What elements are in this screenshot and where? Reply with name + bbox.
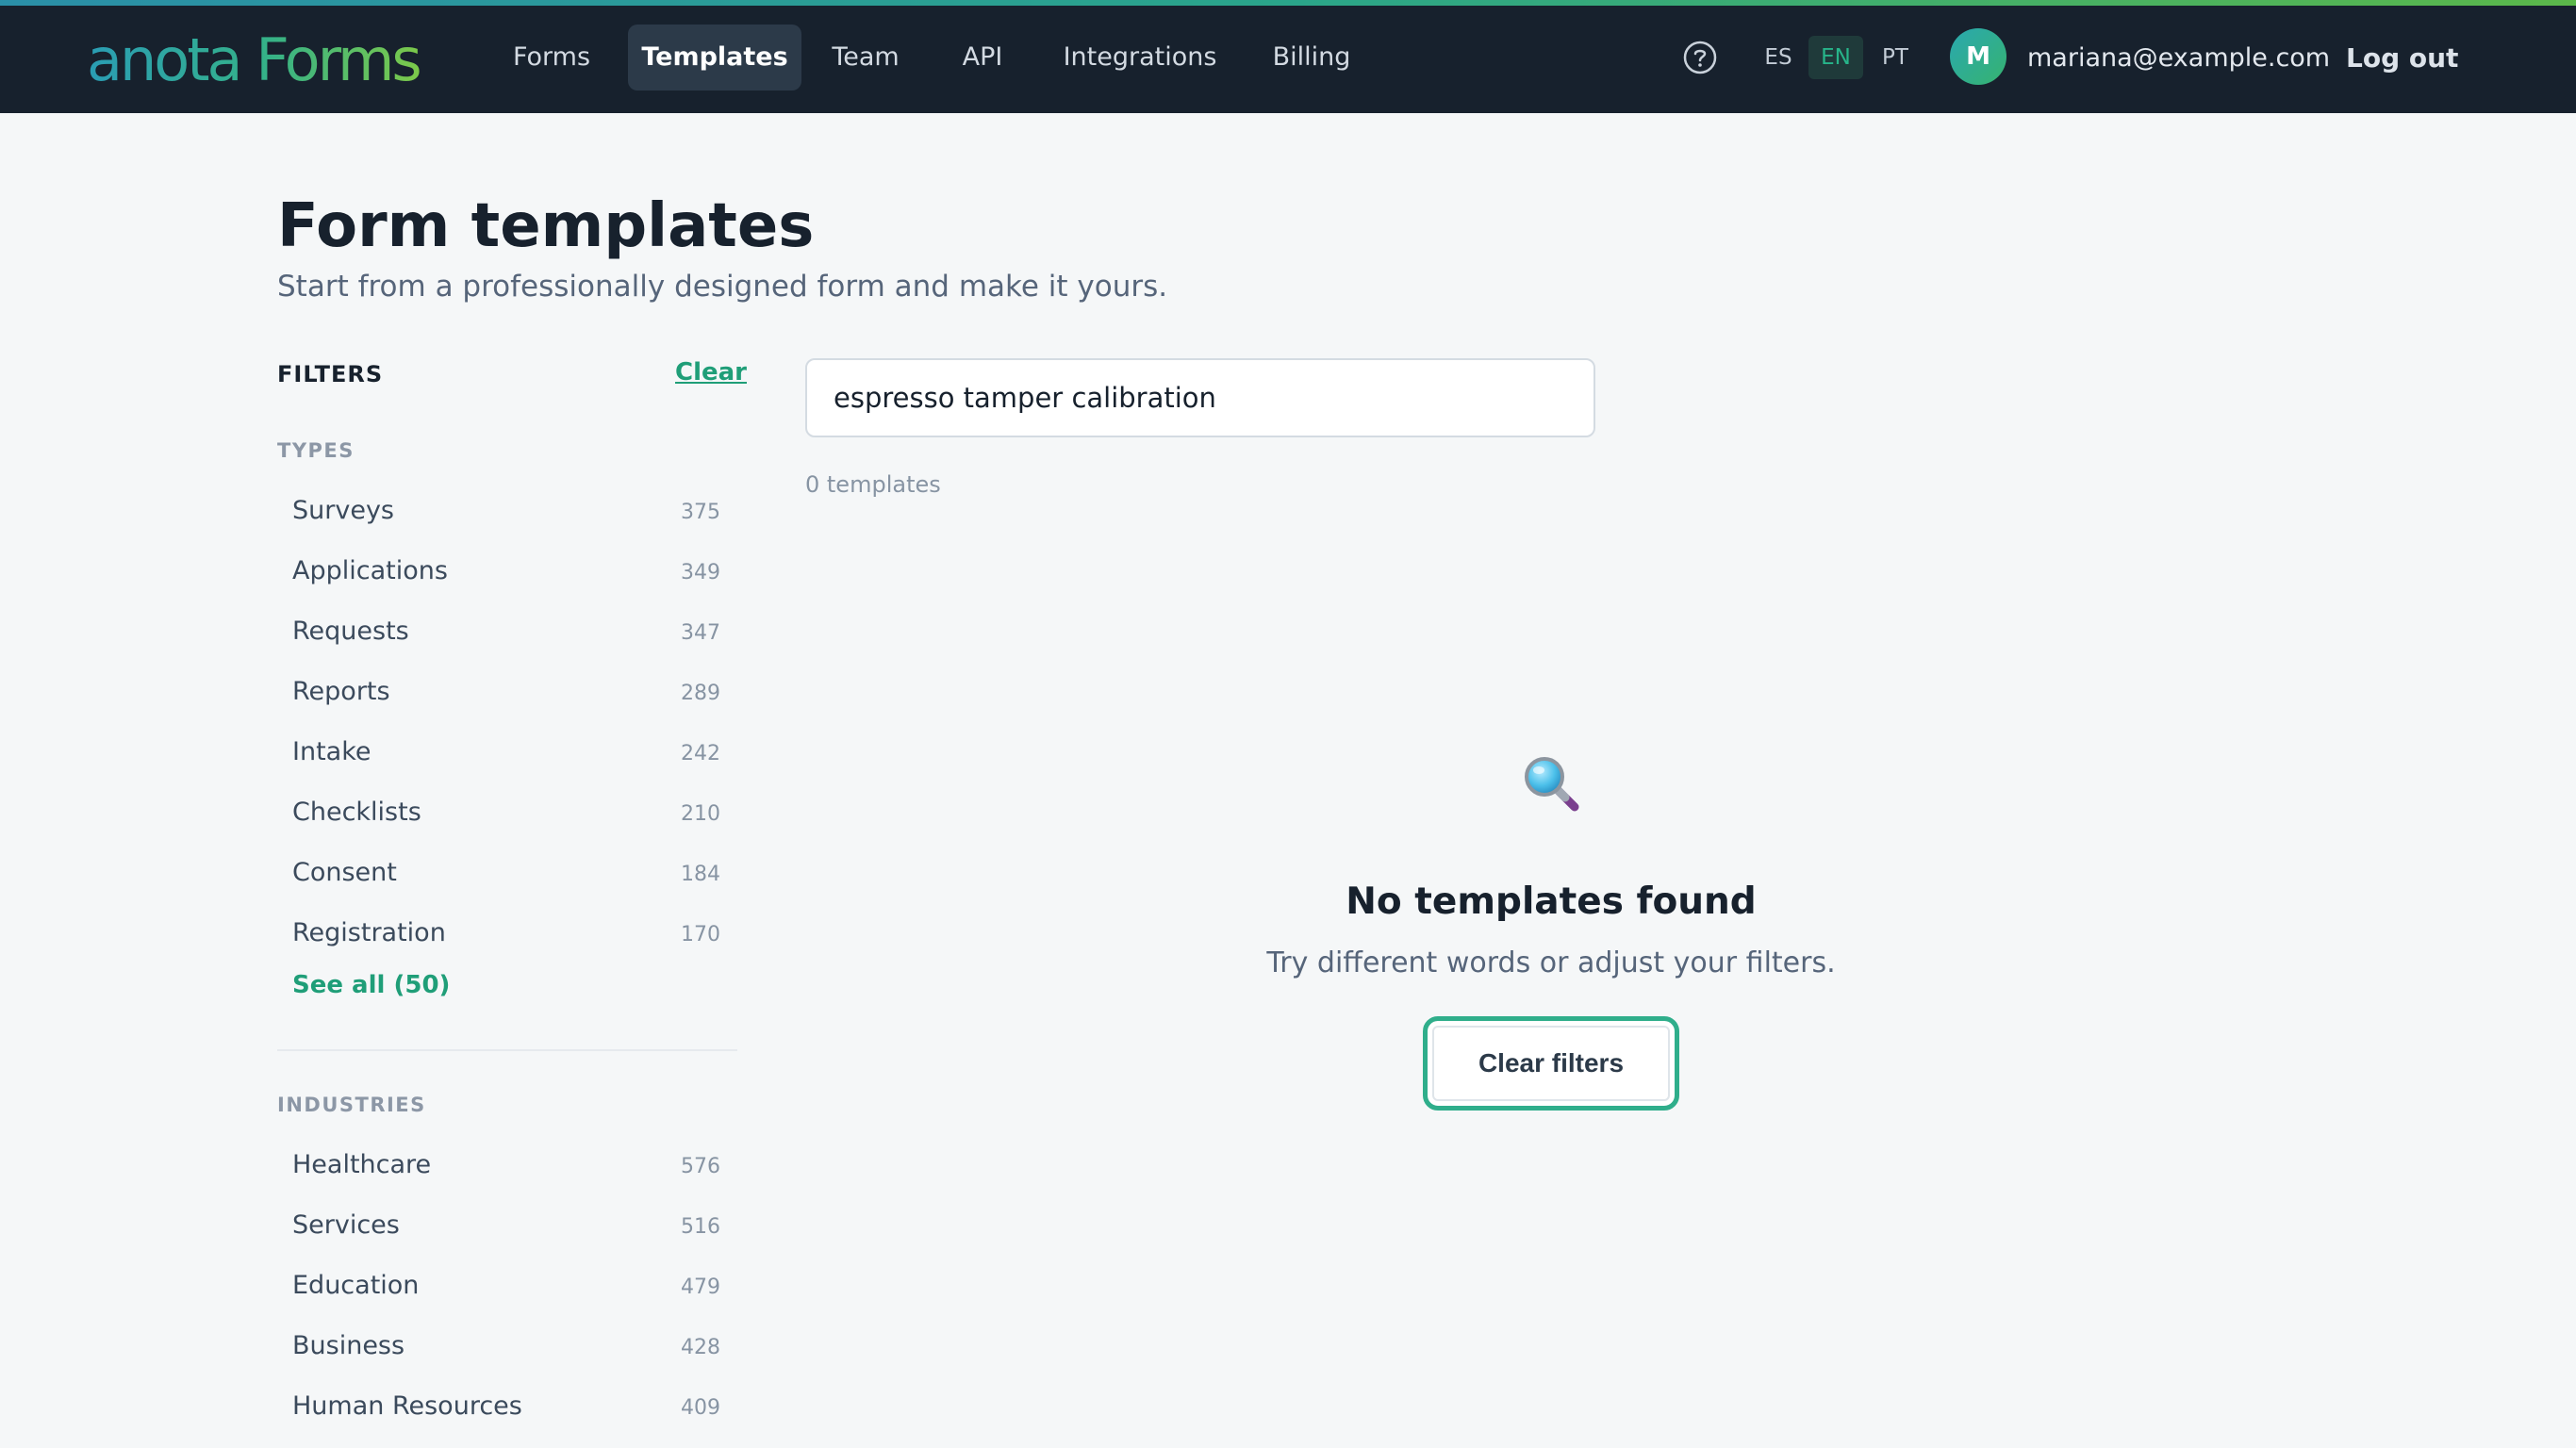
filter-type-requests[interactable]: Requests 347 xyxy=(277,607,737,660)
filter-type-checklists[interactable]: Checklists 210 xyxy=(277,788,737,841)
empty-state-text: Try different words or adjust your filte… xyxy=(1266,946,1836,979)
filter-count: 428 xyxy=(681,1336,720,1359)
clear-filters-button[interactable]: Clear filters xyxy=(1423,1016,1679,1111)
language-en[interactable]: EN xyxy=(1808,36,1863,79)
nav-item-forms[interactable]: Forms xyxy=(490,25,613,90)
page-subtitle: Start from a professionally designed for… xyxy=(277,270,1168,304)
filter-count: 479 xyxy=(681,1275,720,1299)
result-count: 0 templates xyxy=(805,471,941,498)
logout-button[interactable]: Log out xyxy=(2346,34,2458,83)
nav-item-integrations[interactable]: Integrations xyxy=(1050,25,1230,90)
filter-count: 516 xyxy=(681,1215,720,1239)
industries-heading: INDUSTRIES xyxy=(277,1094,426,1116)
filter-count: 409 xyxy=(681,1396,720,1420)
filter-type-consent[interactable]: Consent 184 xyxy=(277,848,737,901)
filter-count: 349 xyxy=(681,561,720,584)
filters-heading: FILTERS xyxy=(277,361,384,387)
filter-label: Services xyxy=(292,1210,400,1240)
filter-count: 347 xyxy=(681,621,720,645)
question-circle-icon[interactable] xyxy=(1682,40,1718,75)
filter-count: 184 xyxy=(681,863,720,886)
filter-industry-services[interactable]: Services 516 xyxy=(277,1201,737,1254)
nav-item-api[interactable]: API xyxy=(937,25,1028,90)
filter-count: 210 xyxy=(681,802,720,826)
filter-label: Reports xyxy=(292,677,390,706)
filter-label: Registration xyxy=(292,918,446,947)
filter-industry-healthcare[interactable]: Healthcare 576 xyxy=(277,1141,737,1193)
brand-logo[interactable]: anota Forms xyxy=(87,26,422,94)
filter-label: Applications xyxy=(292,556,448,585)
types-heading: TYPES xyxy=(277,439,355,462)
filter-type-intake[interactable]: Intake 242 xyxy=(277,728,737,781)
filter-count: 170 xyxy=(681,923,720,946)
filters-divider xyxy=(277,1049,737,1051)
filter-type-applications[interactable]: Applications 349 xyxy=(277,547,737,600)
filter-label: Requests xyxy=(292,617,409,646)
filter-label: Healthcare xyxy=(292,1150,432,1179)
filter-label: Surveys xyxy=(292,496,394,525)
filter-label: Checklists xyxy=(292,798,421,827)
clear-filters-link[interactable]: Clear xyxy=(675,358,747,387)
see-all-types-link[interactable]: See all (50) xyxy=(292,971,450,999)
filter-type-surveys[interactable]: Surveys 375 xyxy=(277,486,737,539)
language-es[interactable]: ES xyxy=(1756,36,1801,79)
page-title: Form templates xyxy=(277,191,815,261)
filter-label: Consent xyxy=(292,858,397,887)
filter-count: 289 xyxy=(681,682,720,705)
nav-item-billing[interactable]: Billing xyxy=(1252,25,1371,90)
nav-item-templates[interactable]: Templates xyxy=(628,25,801,90)
language-pt[interactable]: PT xyxy=(1873,36,1918,79)
filter-label: Intake xyxy=(292,737,372,766)
filter-count: 242 xyxy=(681,742,720,765)
empty-state-title: No templates found xyxy=(1346,880,1757,923)
filter-type-reports[interactable]: Reports 289 xyxy=(277,667,737,720)
filter-label: Education xyxy=(292,1271,420,1300)
filter-type-registration[interactable]: Registration 170 xyxy=(277,909,737,962)
user-email[interactable]: mariana@example.com xyxy=(2027,38,2330,79)
filter-industry-education[interactable]: Education 479 xyxy=(277,1261,737,1314)
avatar[interactable]: M xyxy=(1950,28,2006,85)
filter-industry-human-resources[interactable]: Human Resources 409 xyxy=(277,1382,737,1435)
filter-count: 576 xyxy=(681,1155,720,1178)
search-input[interactable] xyxy=(805,358,1595,437)
magnifying-glass-icon xyxy=(1525,757,1579,812)
nav-item-team[interactable]: Team xyxy=(817,25,915,90)
filter-label: Business xyxy=(292,1331,405,1360)
filter-count: 375 xyxy=(681,501,720,524)
filter-industry-business[interactable]: Business 428 xyxy=(277,1322,737,1374)
top-navbar: anota Forms Forms Templates Team API Int… xyxy=(0,6,2576,113)
filter-label: Human Resources xyxy=(292,1391,522,1421)
